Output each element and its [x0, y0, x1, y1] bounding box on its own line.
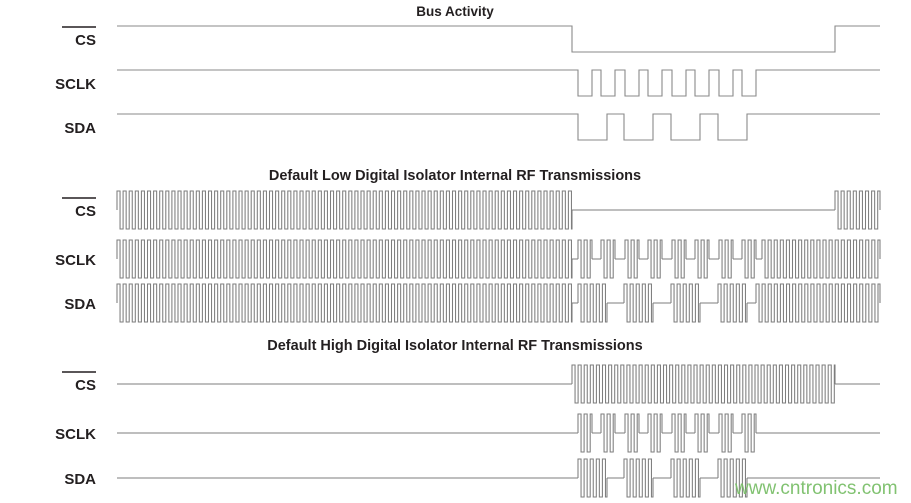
signal-label-sda: SDA: [64, 296, 96, 313]
section-title-default-low: Default Low Digital Isolator Internal RF…: [269, 168, 641, 184]
signal-label-sclk: SCLK: [55, 76, 96, 93]
signal-label-sda: SDA: [64, 120, 96, 137]
section-title-default-high: Default High Digital Isolator Internal R…: [267, 338, 642, 354]
signal-label-cs: CS: [75, 203, 96, 220]
section-title-bus-activity: Bus Activity: [416, 4, 494, 19]
signal-label-sclk: SCLK: [55, 252, 96, 269]
watermark-text: www.cntronics.com: [734, 478, 898, 499]
signal-label-cs: CS: [75, 377, 96, 394]
signal-label-sclk: SCLK: [55, 426, 96, 443]
timing-diagram-figure: Bus Activity CS SCLK SDA Default Low Dig…: [0, 0, 911, 503]
signal-label-sda: SDA: [64, 471, 96, 488]
signal-label-cs: CS: [75, 32, 96, 49]
